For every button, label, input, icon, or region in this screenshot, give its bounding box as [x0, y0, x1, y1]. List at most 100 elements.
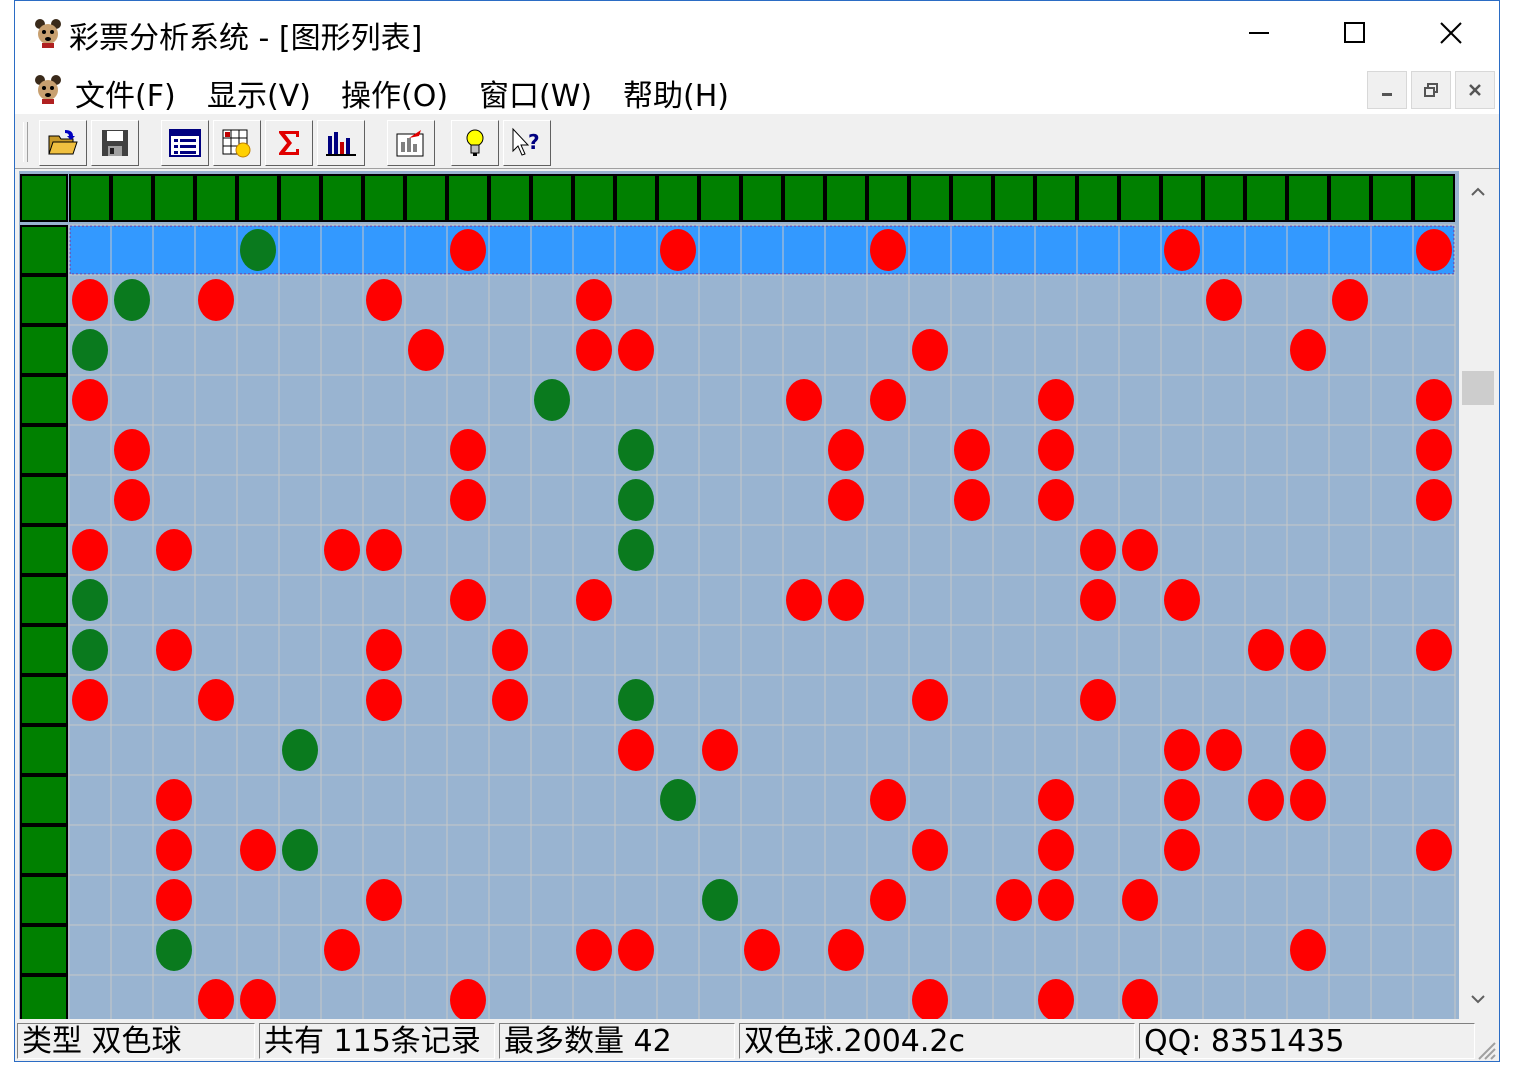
green-ball [618, 679, 654, 721]
context-help-button[interactable]: ? [503, 120, 551, 166]
column-header-cell [741, 174, 783, 222]
maximize-button[interactable] [1307, 1, 1403, 65]
status-type: 类型 双色球 [17, 1023, 255, 1059]
column-header-cell [363, 174, 405, 222]
menu-file[interactable]: 文件(F) [75, 71, 176, 115]
grid-stats-icon [222, 129, 251, 158]
green-ball [282, 829, 318, 871]
red-ball [1038, 779, 1074, 821]
child-minimize-button[interactable] [1367, 71, 1407, 109]
column-header-cell [1203, 174, 1245, 222]
red-ball [1290, 929, 1326, 971]
red-ball [156, 779, 192, 821]
menu-window[interactable]: 窗口(W) [479, 71, 592, 115]
minimize-button[interactable] [1211, 1, 1307, 65]
red-ball [1038, 429, 1074, 471]
red-ball [1290, 779, 1326, 821]
title-bar[interactable]: 彩票分析系统 - [图形列表] [15, 1, 1499, 65]
menu-view[interactable]: 显示(V) [207, 71, 311, 115]
red-ball [198, 679, 234, 721]
red-ball [1416, 479, 1452, 521]
column-header-cell [1245, 174, 1287, 222]
sum-button[interactable] [265, 120, 313, 166]
ball-grid[interactable] [19, 171, 1459, 1019]
red-ball [1164, 779, 1200, 821]
row-header-cell [20, 375, 68, 425]
row-header-cell [20, 325, 68, 375]
save-icon [102, 130, 128, 156]
row-header-cell [20, 475, 68, 525]
toolbar-grip[interactable] [23, 122, 28, 162]
red-ball [72, 279, 108, 321]
red-ball [1164, 829, 1200, 871]
red-ball [1416, 629, 1452, 671]
red-ball [1122, 979, 1158, 1019]
red-ball [660, 229, 696, 271]
green-ball [282, 729, 318, 771]
row-header-cell [20, 975, 68, 1019]
menu-operate[interactable]: 操作(O) [341, 71, 448, 115]
size-grip-icon[interactable] [1475, 1039, 1497, 1061]
red-ball [1290, 729, 1326, 771]
red-ball [828, 929, 864, 971]
column-header-cell [111, 174, 153, 222]
child-restore-button[interactable] [1411, 71, 1451, 109]
red-ball [1290, 329, 1326, 371]
status-file: 双色球.2004.2c [739, 1023, 1135, 1059]
grid-stats-button[interactable] [213, 120, 261, 166]
export-button[interactable] [387, 120, 435, 166]
red-ball [492, 679, 528, 721]
scroll-up-button[interactable] [1459, 171, 1497, 211]
red-ball [156, 629, 192, 671]
close-icon [1469, 84, 1481, 96]
row-header-cell [20, 575, 68, 625]
minimize-icon [1382, 93, 1392, 96]
ball-grid-canvas[interactable] [19, 171, 1459, 1019]
column-header-cell [615, 174, 657, 222]
column-header-cell [1035, 174, 1077, 222]
column-header-cell [1287, 174, 1329, 222]
open-button[interactable] [39, 120, 87, 166]
green-ball [702, 879, 738, 921]
row-header-cell [20, 525, 68, 575]
column-header-cell [489, 174, 531, 222]
red-ball [156, 879, 192, 921]
bar-chart-icon [326, 132, 356, 156]
red-ball [156, 829, 192, 871]
restore-icon [1424, 83, 1438, 97]
menu-help[interactable]: 帮助(H) [623, 71, 729, 115]
column-header-cell [69, 174, 111, 222]
red-ball [1206, 729, 1242, 771]
red-ball [1038, 979, 1074, 1019]
save-button[interactable] [91, 120, 139, 166]
status-max-count: 最多数量 42 [499, 1023, 735, 1059]
column-header-cell [1119, 174, 1161, 222]
row-header-cell [20, 675, 68, 725]
red-ball [1038, 479, 1074, 521]
red-ball [1080, 529, 1116, 571]
scroll-thumb[interactable] [1462, 371, 1494, 405]
export-icon [396, 130, 424, 157]
column-header-cell [321, 174, 363, 222]
tip-button[interactable] [451, 120, 499, 166]
document-icon[interactable] [33, 73, 63, 105]
chevron-down-icon [1471, 995, 1485, 1004]
red-ball [198, 279, 234, 321]
main-window: 彩票分析系统 - [图形列表] 文件(F) 显示(V) 操作(O) 窗口(W) … [14, 0, 1500, 1062]
column-header-cell [993, 174, 1035, 222]
vertical-scrollbar[interactable] [1459, 171, 1497, 1019]
child-close-button[interactable] [1455, 71, 1495, 109]
red-ball [450, 479, 486, 521]
close-button[interactable] [1403, 1, 1499, 65]
row-header-cell [20, 725, 68, 775]
red-ball [870, 879, 906, 921]
green-ball [114, 279, 150, 321]
scroll-down-button[interactable] [1459, 979, 1497, 1019]
red-ball [240, 979, 276, 1019]
chevron-up-icon [1471, 187, 1485, 196]
column-header-cell [195, 174, 237, 222]
red-ball [324, 529, 360, 571]
bar-chart-button[interactable] [317, 120, 365, 166]
list-view-button[interactable] [161, 120, 209, 166]
red-ball [1038, 829, 1074, 871]
